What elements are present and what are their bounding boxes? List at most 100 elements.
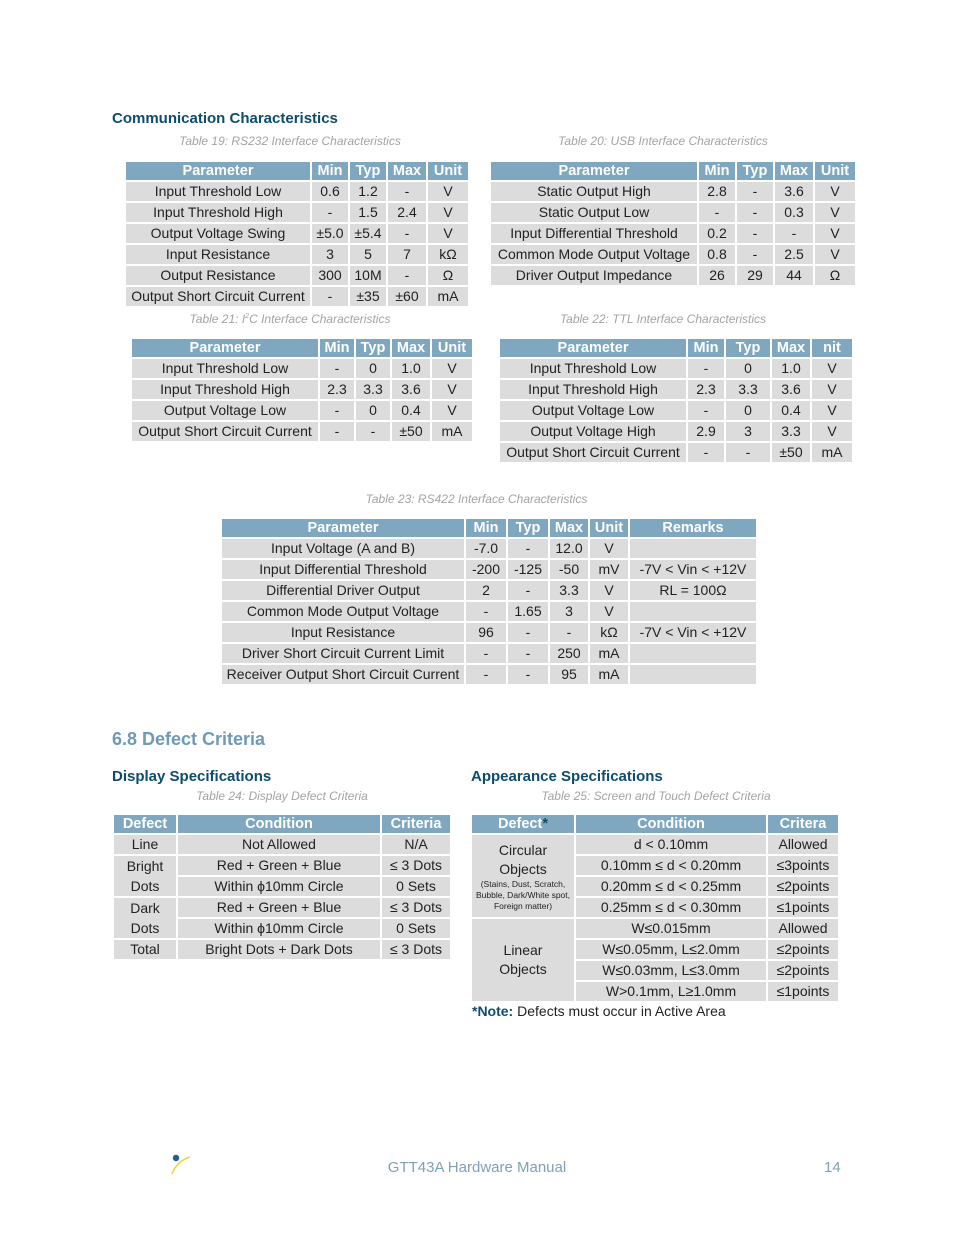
header-cell: Typ <box>726 339 770 357</box>
table-21-i2c: Parameter Min Typ Max Unit Input Threshold Lo… <box>132 339 472 441</box>
defect-cell: Bright Dots <box>114 856 176 896</box>
value-cell: - <box>388 224 426 243</box>
value-cell: V <box>812 359 852 378</box>
header-cell: Parameter <box>491 162 697 180</box>
value-cell: V <box>428 203 468 222</box>
parameter-cell: Input Threshold High <box>132 380 318 399</box>
value-cell: - <box>320 401 354 420</box>
value-cell: - <box>737 245 773 264</box>
value-cell: - <box>737 182 773 201</box>
value-cell: - <box>312 203 348 222</box>
criteria-cell: Allowed <box>768 919 838 938</box>
table-row: Output Short Circuit Current - - ±50 mA <box>500 443 852 462</box>
table-row: Input Differential Threshold -200 -125 -50 m… <box>222 560 756 579</box>
value-cell: 2 <box>466 581 506 600</box>
table-22-ttl: Parameter Min Typ Max nit Input Threshold Low… <box>500 339 852 462</box>
value-cell: V <box>590 581 628 600</box>
value-cell: - <box>320 422 354 441</box>
table-header-row: Parameter Min Typ Max nit <box>500 339 852 357</box>
defect-cell: Total <box>114 940 176 959</box>
value-cell: 250 <box>550 644 588 663</box>
header-cell: Condition <box>178 815 380 833</box>
value-cell: 0.2 <box>699 224 735 243</box>
header-cell: Max <box>775 162 813 180</box>
header-cell: Max <box>392 339 430 357</box>
table-row: Input Resistance 3 5 7 kΩ <box>126 245 468 264</box>
value-cell: 0.6 <box>312 182 348 201</box>
defect-detail: (Stains, Dust, Scratch, Bubble, Dark/Whi… <box>475 878 570 911</box>
table-23-rs422: Parameter Min Typ Max Unit Remarks Input Volta… <box>222 519 756 684</box>
subheading-appearance-specifications: Appearance Specifications <box>471 768 663 785</box>
value-cell: V <box>432 359 472 378</box>
parameter-cell: Static Output Low <box>491 203 697 222</box>
value-cell: 0 <box>356 401 390 420</box>
table-24-display-defects: Defect Condition Criteria Line Not Allow… <box>114 815 450 959</box>
subheading-display-specifications: Display Specifications <box>112 768 272 785</box>
value-cell: mA <box>590 665 628 684</box>
value-cell: 95 <box>550 665 588 684</box>
header-cell: Unit <box>815 162 855 180</box>
table-row: Output Voltage Low -0 0.4 V <box>500 401 852 420</box>
condition-cell: W>0.1mm, L≥1.0mm <box>576 982 766 1001</box>
table-19-caption: Table 19: RS232 Interface Characteristic… <box>179 134 401 148</box>
value-cell: 0.3 <box>775 203 813 222</box>
note-label: *Note: <box>472 1003 514 1019</box>
value-cell: - <box>550 623 588 642</box>
table-21-caption: Table 21: I2C Interface Characteristics <box>132 312 448 326</box>
table-row: Input Threshold High 2.3 3.3 3.6 V <box>500 380 852 399</box>
table-row: Input Voltage (A and B) -7.0-12.0 V <box>222 539 756 558</box>
parameter-cell: Output Short Circuit Current <box>132 422 318 441</box>
table-row: Input Differential Threshold 0.2- - V <box>491 224 855 243</box>
table-row: Output Short Circuit Current - ±35 ±60 mA <box>126 287 468 306</box>
value-cell: 3.3 <box>356 380 390 399</box>
value-cell: 3.6 <box>772 380 810 399</box>
criteria-cell: ≤3points <box>768 856 838 875</box>
criteria-cell: 0 Sets <box>382 919 450 938</box>
parameter-cell: Common Mode Output Voltage <box>222 602 464 621</box>
table-row: Output Voltage Low -0 0.4 V <box>132 401 472 420</box>
criteria-cell: ≤ 3 Dots <box>382 940 450 959</box>
parameter-cell: Receiver Output Short Circuit Current <box>222 665 464 684</box>
value-cell: -7V < Vin < +12V <box>630 560 756 579</box>
parameter-cell: Input Resistance <box>126 245 310 264</box>
value-cell: - <box>508 644 548 663</box>
table-row: Input Resistance 96- - kΩ -7V < Vin < +12V <box>222 623 756 642</box>
value-cell: 300 <box>312 266 348 285</box>
value-cell: -200 <box>466 560 506 579</box>
parameter-cell: Differential Driver Output <box>222 581 464 600</box>
parameter-cell: Output Voltage Swing <box>126 224 310 243</box>
table-row: Input Threshold Low -0 1.0 V <box>132 359 472 378</box>
condition-cell: Within ϕ10mm Circle <box>178 877 380 896</box>
table-row: Output Voltage Swing ±5.0 ±5.4- V <box>126 224 468 243</box>
parameter-cell: Output Voltage Low <box>500 401 686 420</box>
value-cell: - <box>320 359 354 378</box>
asterisk-marker: * <box>542 816 548 832</box>
table-header-row: Defect Condition Criteria <box>114 815 450 833</box>
value-cell: 3.3 <box>550 581 588 600</box>
criteria-cell: ≤2points <box>768 940 838 959</box>
table-23-caption: Table 23: RS422 Interface Characteristic… <box>365 492 588 506</box>
parameter-cell: Input Voltage (A and B) <box>222 539 464 558</box>
value-cell: 1.5 <box>350 203 386 222</box>
value-cell: 0.8 <box>699 245 735 264</box>
value-cell: mV <box>590 560 628 579</box>
value-cell: 2.3 <box>688 380 724 399</box>
condition-cell: Red + Green + Blue <box>178 856 380 875</box>
defect-label: Dark <box>130 900 160 916</box>
value-cell: 10M <box>350 266 386 285</box>
header-cell: Unit <box>428 162 468 180</box>
value-cell: 1.65 <box>508 602 548 621</box>
defect-cell-circular: Circular Objects (Stains, Dust, Scratch,… <box>472 835 574 917</box>
criteria-cell: ≤1points <box>768 982 838 1001</box>
value-cell: 0 <box>726 401 770 420</box>
header-cell: Unit <box>432 339 472 357</box>
header-cell: Max <box>550 519 588 537</box>
condition-cell: W≤0.05mm, L≤2.0mm <box>576 940 766 959</box>
value-cell: 2.3 <box>320 380 354 399</box>
table-row: Driver Output Impedance 26 29 44 Ω <box>491 266 855 285</box>
caption-text: Table 21: I <box>189 312 246 326</box>
defect-cell-linear: Linear Objects <box>472 919 574 1001</box>
table-row: Input Threshold High -1.5 2.4 V <box>126 203 468 222</box>
value-cell: 3.6 <box>392 380 430 399</box>
defect-label: Objects <box>499 860 547 877</box>
